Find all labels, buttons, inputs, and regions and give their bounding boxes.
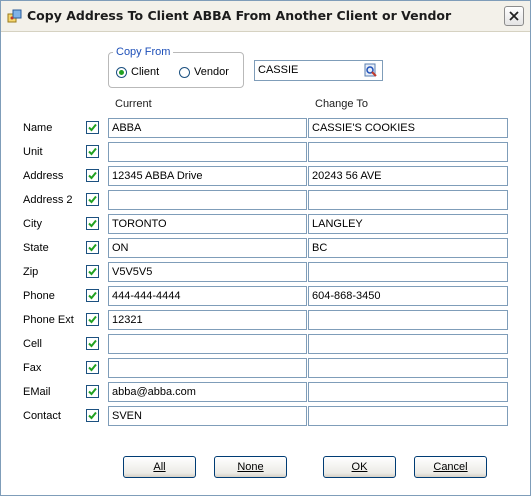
- checkmark-icon: [88, 339, 97, 348]
- current-city-field[interactable]: TORONTO: [108, 214, 307, 234]
- current-phone-ext-field[interactable]: 12321: [108, 310, 307, 330]
- row-label-phone-ext: Phone Ext: [23, 314, 74, 326]
- row-label-contact: Contact: [23, 410, 61, 422]
- radio-vendor-dot[interactable]: [179, 66, 190, 78]
- window-title: Copy Address To Client ABBA From Another…: [27, 8, 452, 23]
- radio-client-dot[interactable]: [116, 66, 127, 78]
- change-to-cell-field[interactable]: [308, 334, 508, 354]
- radio-vendor-label: Vendor: [194, 66, 229, 78]
- checkbox-phone[interactable]: [86, 289, 99, 302]
- change-to-address-2-field[interactable]: [308, 190, 508, 210]
- checkmark-icon: [88, 291, 97, 300]
- ok-button[interactable]: OK: [323, 456, 396, 478]
- checkmark-icon: [88, 219, 97, 228]
- ok-button-label: OK: [351, 461, 368, 473]
- row-label-name: Name: [23, 122, 53, 134]
- checkbox-email[interactable]: [86, 385, 99, 398]
- source-search-input[interactable]: CASSIE: [254, 60, 383, 81]
- checkmark-icon: [88, 267, 97, 276]
- checkbox-name[interactable]: [86, 121, 99, 134]
- checkbox-zip[interactable]: [86, 265, 99, 278]
- current-unit-field[interactable]: [108, 142, 307, 162]
- copy-from-legend: Copy From: [113, 46, 174, 58]
- change-to-city-field[interactable]: LANGLEY: [308, 214, 508, 234]
- checkbox-cell[interactable]: [86, 337, 99, 350]
- checkmark-icon: [88, 387, 97, 396]
- checkmark-icon: [88, 171, 97, 180]
- change-to-address-field[interactable]: 20243 56 AVE: [308, 166, 508, 186]
- current-state-field[interactable]: ON: [108, 238, 307, 258]
- current-name-field[interactable]: ABBA: [108, 118, 307, 138]
- checkmark-icon: [88, 315, 97, 324]
- checkmark-icon: [88, 243, 97, 252]
- checkbox-phone-ext[interactable]: [86, 313, 99, 326]
- current-contact-field[interactable]: SVEN: [108, 406, 307, 426]
- radio-client-label: Client: [131, 66, 160, 78]
- none-button[interactable]: None: [214, 456, 287, 478]
- checkbox-city[interactable]: [86, 217, 99, 230]
- change-to-phone-field[interactable]: 604-868-3450: [308, 286, 508, 306]
- row-label-address: Address: [23, 170, 64, 182]
- cancel-button-label: Cancel: [433, 461, 468, 473]
- row-label-address-2: Address 2: [23, 194, 73, 206]
- all-button-label: All: [153, 461, 166, 473]
- current-email-field[interactable]: abba@abba.com: [108, 382, 307, 402]
- change-to-phone-ext-field[interactable]: [308, 310, 508, 330]
- all-button[interactable]: All: [123, 456, 196, 478]
- checkmark-icon: [88, 147, 97, 156]
- column-header-current: Current: [115, 98, 152, 110]
- dialog-window: Copy Address To Client ABBA From Another…: [0, 0, 531, 496]
- radio-vendor[interactable]: Vendor: [179, 65, 229, 79]
- row-label-phone: Phone: [23, 290, 55, 302]
- row-label-city: City: [23, 218, 42, 230]
- change-to-fax-field[interactable]: [308, 358, 508, 378]
- checkbox-unit[interactable]: [86, 145, 99, 158]
- radio-client[interactable]: Client: [116, 65, 159, 79]
- row-label-state: State: [23, 242, 49, 254]
- row-label-email: EMail: [23, 386, 51, 398]
- row-label-fax: Fax: [23, 362, 42, 374]
- search-icon[interactable]: [364, 63, 378, 78]
- none-button-label: None: [237, 461, 264, 473]
- current-phone-field[interactable]: 444-444-4444: [108, 286, 307, 306]
- current-zip-field[interactable]: V5V5V5: [108, 262, 307, 282]
- change-to-zip-field[interactable]: [308, 262, 508, 282]
- row-label-zip: Zip: [23, 266, 39, 278]
- checkbox-contact[interactable]: [86, 409, 99, 422]
- current-cell-field[interactable]: [108, 334, 307, 354]
- checkmark-icon: [88, 411, 97, 420]
- change-to-unit-field[interactable]: [308, 142, 508, 162]
- search-value: CASSIE: [258, 64, 299, 76]
- checkbox-fax[interactable]: [86, 361, 99, 374]
- column-header-change-to: Change To: [315, 98, 369, 110]
- checkmark-icon: [88, 363, 97, 372]
- checkbox-state[interactable]: [86, 241, 99, 254]
- row-label-cell: Cell: [23, 338, 42, 350]
- row-label-unit: Unit: [23, 146, 43, 158]
- change-to-name-field[interactable]: CASSIE'S COOKIES: [308, 118, 508, 138]
- checkbox-address-2[interactable]: [86, 193, 99, 206]
- current-fax-field[interactable]: [108, 358, 307, 378]
- checkmark-icon: [88, 123, 97, 132]
- change-to-state-field[interactable]: BC: [308, 238, 508, 258]
- dialog-content: Copy From Client Vendor CASSIE Current C…: [1, 32, 530, 495]
- title-bar[interactable]: Copy Address To Client ABBA From Another…: [1, 1, 530, 32]
- change-to-contact-field[interactable]: [308, 406, 508, 426]
- change-to-email-field[interactable]: [308, 382, 508, 402]
- close-button[interactable]: [504, 6, 524, 26]
- cancel-button[interactable]: Cancel: [414, 456, 487, 478]
- checkbox-address[interactable]: [86, 169, 99, 182]
- checkmark-icon: [88, 195, 97, 204]
- close-icon: [509, 11, 519, 21]
- copy-address-icon: [7, 9, 22, 23]
- current-address-field[interactable]: 12345 ABBA Drive: [108, 166, 307, 186]
- current-address-2-field[interactable]: [108, 190, 307, 210]
